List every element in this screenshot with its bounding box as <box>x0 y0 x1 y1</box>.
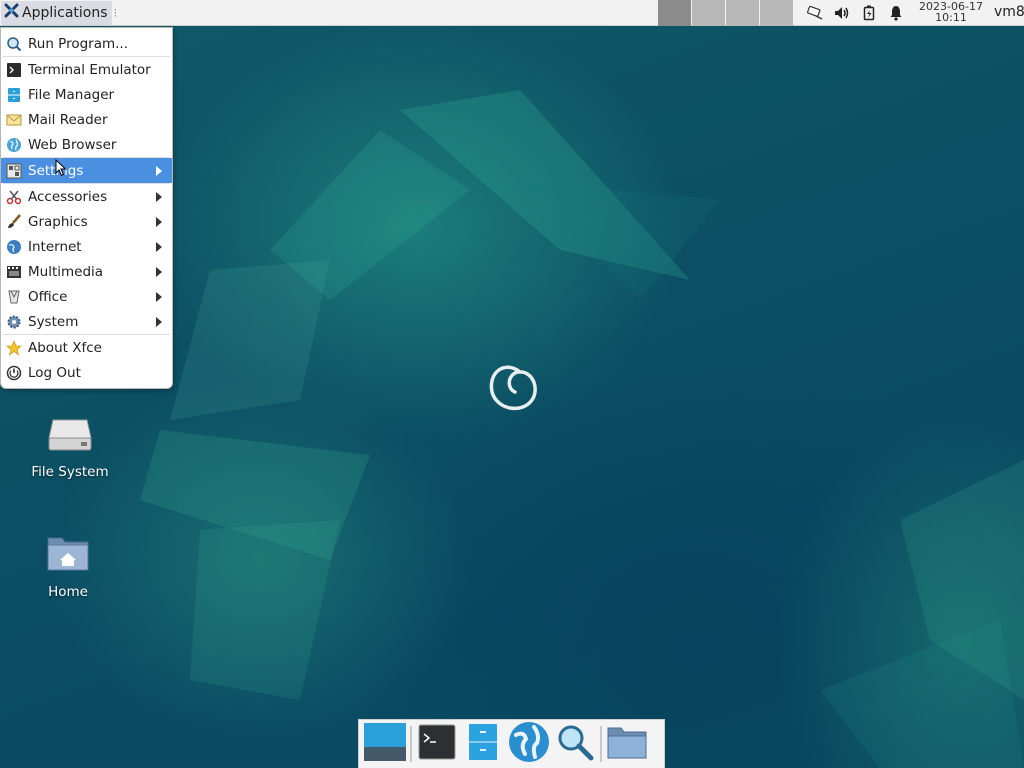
submenu-arrow-icon <box>156 267 162 277</box>
top-panel: Applications ⁝ 2023-06-17 10:11 vm8 <box>0 0 1024 26</box>
app-finder-icon <box>556 723 594 765</box>
clock[interactable]: 2023-06-17 10:11 <box>914 1 988 23</box>
network-icon[interactable] <box>806 4 824 22</box>
menu-item-label: System <box>28 313 79 330</box>
workspace-3[interactable] <box>726 0 759 26</box>
globe-icon <box>6 137 22 153</box>
gear-icon <box>6 314 22 330</box>
applications-menu-button[interactable]: Applications <box>1 0 112 25</box>
desktop-icon-label: File System <box>31 464 109 480</box>
menu-item-settings[interactable]: Settings <box>1 158 172 183</box>
menu-item-log-out[interactable]: Log Out <box>1 360 172 385</box>
home-folder-icon <box>18 532 118 578</box>
menu-item-terminal-emulator[interactable]: Terminal Emulator <box>1 57 172 82</box>
logout-icon <box>6 365 22 381</box>
menu-item-label: Mail Reader <box>28 111 108 128</box>
workspace-switcher <box>658 0 794 26</box>
username-label[interactable]: vm8 <box>994 4 1024 20</box>
menu-item-label: Web Browser <box>28 136 117 153</box>
menu-item-label: Graphics <box>28 213 88 230</box>
menu-item-label: Office <box>28 288 68 305</box>
dock-terminal[interactable] <box>414 721 460 767</box>
desktop-icon-home[interactable]: Home <box>18 532 118 600</box>
submenu-arrow-icon <box>156 166 162 176</box>
submenu-arrow-icon <box>156 192 162 202</box>
menu-item-label: Terminal Emulator <box>28 61 151 78</box>
menu-item-mail-reader[interactable]: Mail Reader <box>1 107 172 132</box>
menu-item-accessories[interactable]: Accessories <box>1 184 172 209</box>
panel-handle[interactable]: ⁝ <box>114 6 118 20</box>
workspace-1[interactable] <box>658 0 691 26</box>
submenu-arrow-icon <box>156 217 162 227</box>
notification-bell-icon[interactable] <box>887 4 905 22</box>
internet-icon <box>6 239 22 255</box>
dock-app-finder[interactable] <box>552 721 598 767</box>
drive-icon <box>20 414 120 458</box>
menu-item-label: Accessories <box>28 188 108 205</box>
menu-item-label: File Manager <box>28 86 115 103</box>
volume-icon[interactable] <box>833 4 851 22</box>
terminal-icon <box>418 724 456 764</box>
menu-item-label: Run Program... <box>28 35 129 52</box>
desktop-icon-label: Home <box>48 584 88 600</box>
brush-icon <box>6 213 22 230</box>
star-icon <box>6 339 22 356</box>
menu-item-office[interactable]: Office <box>1 284 172 309</box>
workspace-2[interactable] <box>692 0 725 26</box>
applications-label: Applications <box>22 4 108 21</box>
debian-swirl-logo <box>489 365 537 411</box>
applications-menu: Run Program... Terminal Emulator File Ma… <box>0 27 173 389</box>
menu-item-label: Internet <box>28 238 82 255</box>
menu-item-label: About Xfce <box>28 339 102 356</box>
show-desktop-icon <box>363 721 407 767</box>
menu-item-graphics[interactable]: Graphics <box>1 209 172 234</box>
submenu-arrow-icon <box>156 242 162 252</box>
file-manager-icon <box>467 723 499 765</box>
menu-item-multimedia[interactable]: Multimedia <box>1 259 172 284</box>
workspace-4[interactable] <box>760 0 793 26</box>
dock-separator <box>410 726 412 762</box>
menu-item-internet[interactable]: Internet <box>1 234 172 259</box>
dock-separator <box>600 726 602 762</box>
mouse-cursor-icon <box>55 158 67 181</box>
xfce-logo-icon <box>4 3 19 22</box>
run-icon <box>6 36 22 52</box>
terminal-icon <box>6 62 22 78</box>
menu-item-label: Multimedia <box>28 263 104 280</box>
office-icon <box>6 289 22 305</box>
submenu-arrow-icon <box>156 317 162 327</box>
menu-item-about-xfce[interactable]: About Xfce <box>1 335 172 360</box>
film-icon <box>6 264 22 280</box>
web-browser-icon <box>508 721 550 767</box>
accessories-icon <box>6 189 22 205</box>
settings-icon <box>6 163 22 179</box>
dock-folder[interactable] <box>604 721 650 767</box>
folder-icon <box>607 725 647 763</box>
bottom-dock <box>358 719 665 768</box>
menu-item-system[interactable]: System <box>1 309 172 334</box>
dock-file-manager[interactable] <box>460 721 506 767</box>
menu-item-run-program[interactable]: Run Program... <box>1 31 172 56</box>
desktop-icon-file-system[interactable]: File System <box>20 414 120 480</box>
menu-item-web-browser[interactable]: Web Browser <box>1 132 172 157</box>
submenu-arrow-icon <box>156 292 162 302</box>
system-tray <box>800 0 905 26</box>
dock-web-browser[interactable] <box>506 721 552 767</box>
menu-item-label: Log Out <box>28 364 81 381</box>
dock-show-desktop[interactable] <box>362 721 408 767</box>
battery-icon[interactable] <box>860 4 878 22</box>
menu-item-file-manager[interactable]: File Manager <box>1 82 172 107</box>
file-manager-icon <box>6 87 22 103</box>
clock-time: 10:11 <box>935 11 967 24</box>
mail-icon <box>6 112 22 128</box>
